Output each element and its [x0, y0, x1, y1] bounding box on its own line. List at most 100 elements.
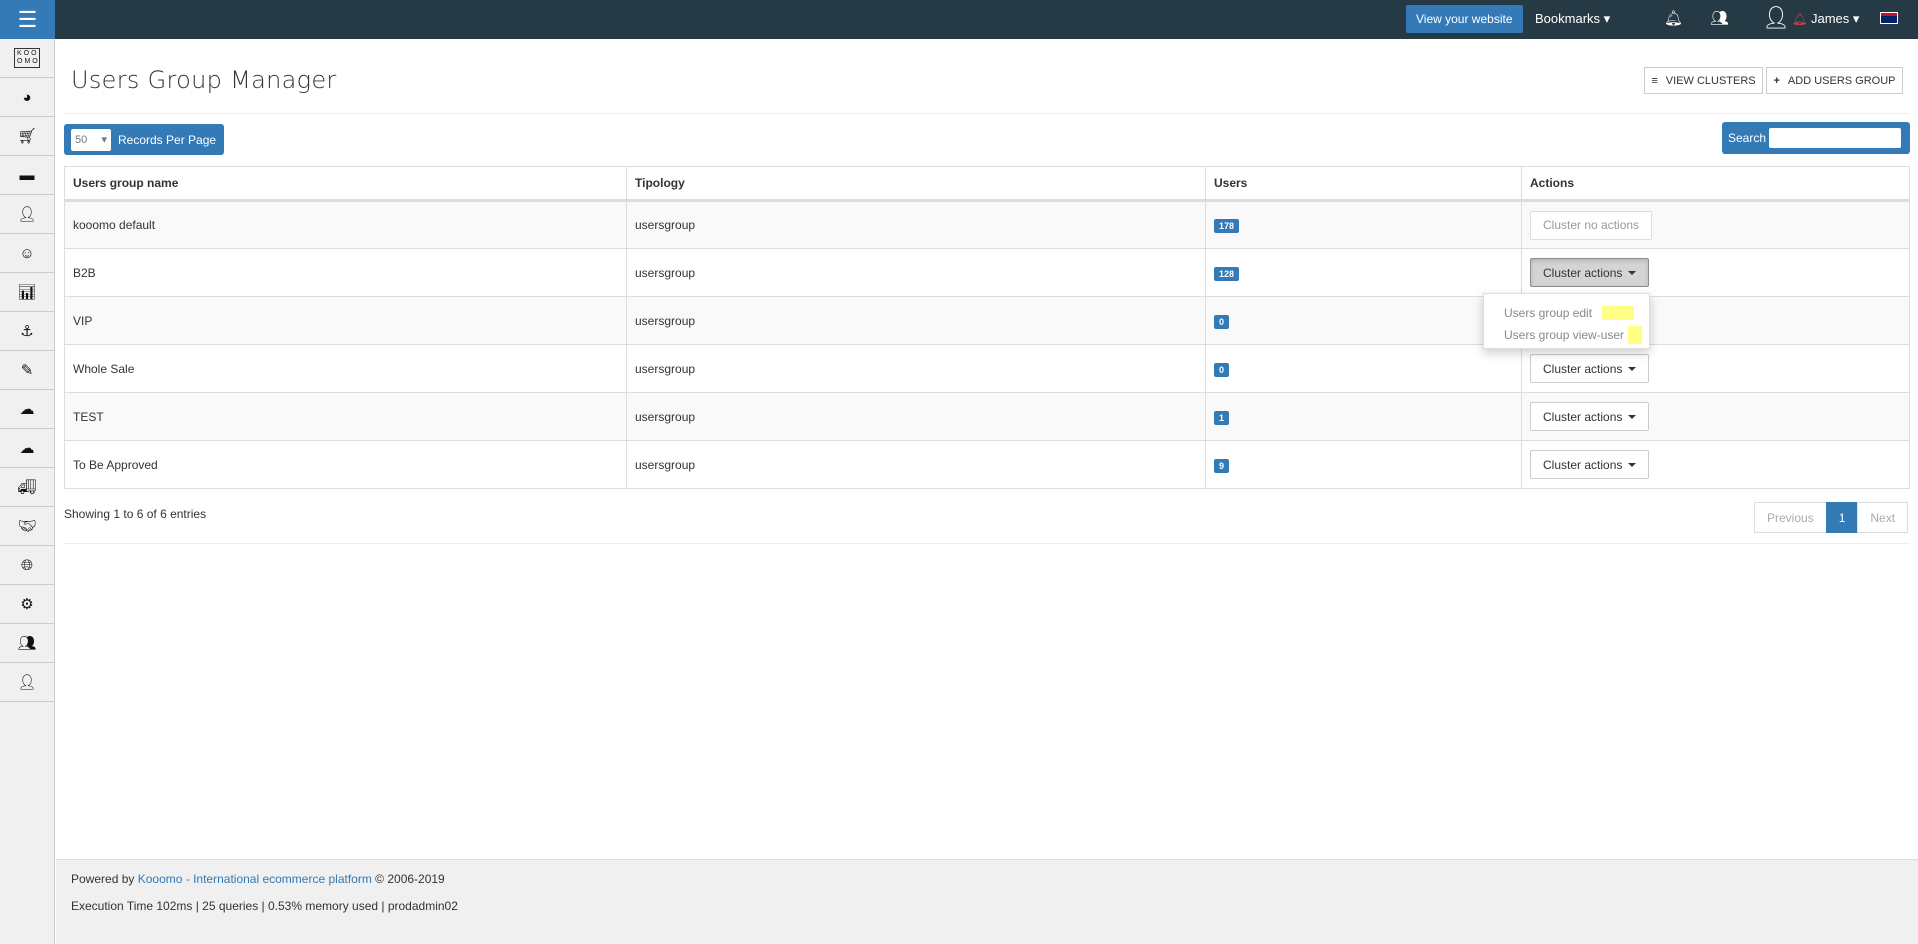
group-name: Whole Sale [64, 344, 627, 393]
records-per-page-select[interactable]: 50 ▾ [71, 128, 111, 151]
records-per-page: 50 ▾ Records Per Page [64, 124, 224, 155]
caret-down-icon [1628, 414, 1637, 419]
smile-icon[interactable]: ☺ [0, 234, 54, 273]
gear-icon[interactable]: ⚙ [0, 585, 54, 624]
users-count: 9 [1205, 440, 1522, 489]
footer: Powered by Kooomo - International ecomme… [56, 859, 1918, 944]
handshake-icon[interactable]: 🤝︎ [0, 507, 54, 546]
cluster-actions-button[interactable]: Cluster no actions [1530, 210, 1653, 240]
uk-flag-icon[interactable] [1880, 12, 1898, 24]
previous-button[interactable]: Previous [1754, 502, 1827, 533]
group-name: B2B [64, 248, 627, 297]
user-name: James [1811, 11, 1850, 26]
table-row: B2B usersgroup 128 Cluster actions [64, 248, 1910, 297]
users-icon[interactable]: 👥︎ [0, 624, 54, 663]
column-header[interactable]: Tipology [626, 166, 1206, 202]
records-value: 50 [75, 133, 88, 146]
archive-icon[interactable]: ▬ [0, 156, 54, 195]
cluster-actions-button[interactable]: Cluster actions [1530, 450, 1650, 479]
entries-info: Showing 1 to 6 of 6 entries [64, 507, 207, 521]
plus-icon: + [1773, 74, 1780, 87]
cart-icon[interactable]: 🛒︎ [0, 117, 54, 156]
group-name: To Be Approved [64, 440, 627, 489]
users-count: 128 [1205, 248, 1522, 297]
next-button[interactable]: Next [1857, 502, 1909, 533]
top-navbar [0, 0, 1918, 39]
actions-cell: Cluster actions [1521, 392, 1910, 441]
avatar[interactable]: 👤︎ [1762, 5, 1790, 31]
actions-cell: Cluster no actions [1521, 200, 1910, 249]
caret-down-icon [1628, 366, 1637, 371]
users-badge: 178 [1214, 219, 1240, 233]
search-input[interactable] [1769, 128, 1902, 148]
users-count: 178 [1205, 200, 1522, 249]
search-box: Search [1722, 122, 1910, 154]
view-clusters-button[interactable]: ≡ VIEW CLUSTERS [1644, 67, 1763, 94]
users-badge: 0 [1214, 362, 1230, 377]
caret-down-icon [1628, 462, 1637, 467]
users-count: 1 [1205, 392, 1522, 441]
table-row: Whole Sale usersgroup 0 Cluster actions [64, 344, 1910, 393]
actions-cell: Cluster actions [1521, 344, 1910, 393]
bell-icon[interactable]: 🔔︎ [1664, 9, 1683, 27]
sidebar: KOO OMO ◕ 🛒︎ ▬ 👤︎ ☺ 📊︎ ⚓︎ ✎ ☁ ☁ 🚚︎ 🤝︎ 🌐︎ … [0, 39, 55, 944]
page-1-button[interactable]: 1 [1825, 502, 1859, 533]
cluster-actions-label: Cluster no actions [1543, 218, 1640, 232]
add-users-group-button[interactable]: + ADD USERS GROUP [1766, 67, 1903, 94]
table-row: kooomo default usersgroup 178 Cluster no… [64, 200, 1910, 249]
actions-cell: Cluster actions [1521, 248, 1910, 297]
tipology: usersgroup [626, 200, 1206, 249]
cluster-actions-button[interactable]: Cluster actions [1530, 402, 1650, 431]
edit-icon[interactable]: ✎ [0, 351, 54, 390]
sidebar-logo[interactable]: KOO OMO [0, 39, 54, 78]
dashboard-icon[interactable]: ◕ [0, 78, 54, 117]
user-icon[interactable]: 👤︎ [0, 195, 54, 234]
column-header: Actions [1521, 166, 1910, 202]
group-name: kooomo default [64, 200, 627, 249]
menu-item-users-group-view-user[interactable]: Users group view-user [1484, 324, 1649, 346]
list-icon: ≡ [1651, 74, 1658, 87]
users-icon[interactable]: 👥︎ [1710, 9, 1729, 27]
pagination: Previous 1 Next [1754, 502, 1909, 533]
cluster-actions-menu: Users group edit Users group view-user [1483, 293, 1650, 349]
page-title: Users Group Manager [71, 66, 337, 94]
execution-stats: Execution Time 102ms | 25 queries | 0.53… [71, 899, 458, 913]
powered-by-text: Powered by [71, 872, 135, 886]
cloud-upload-icon[interactable]: ☁ [0, 390, 54, 429]
cloud-download-icon[interactable]: ☁ [0, 429, 54, 468]
kooomo-link[interactable]: Kooomo - International ecommerce platfor… [138, 872, 372, 886]
copyright: © 2006-2019 [375, 872, 445, 886]
view-clusters-label: VIEW CLUSTERS [1665, 74, 1756, 87]
divider [64, 113, 1910, 114]
menu-item-label: Users group view-user [1504, 328, 1625, 342]
tipology: usersgroup [626, 440, 1206, 489]
records-label: Records Per Page [118, 132, 217, 147]
highlight-mark [1628, 326, 1643, 344]
tipology: usersgroup [626, 392, 1206, 441]
menu-item-users-group-edit[interactable]: Users group edit [1484, 302, 1649, 324]
user-icon[interactable]: 👤︎ [0, 663, 54, 702]
view-website-button[interactable]: View your website [1406, 5, 1523, 33]
menu-toggle-button[interactable]: ☰ [0, 0, 55, 39]
tipology: usersgroup [626, 248, 1206, 297]
divider [64, 543, 1910, 544]
cluster-actions-button[interactable]: Cluster actions [1530, 258, 1650, 287]
alert-bell-icon[interactable]: 🔔︎ [1792, 12, 1807, 26]
cluster-actions-label: Cluster actions [1543, 457, 1623, 472]
anchor-icon[interactable]: ⚓︎ [0, 312, 54, 351]
users-badge: 9 [1214, 458, 1230, 473]
bookmarks-dropdown[interactable]: Bookmarks ▾ [1535, 11, 1610, 27]
caret-down-icon [1628, 270, 1637, 275]
users-badge: 128 [1214, 266, 1240, 281]
chart-icon[interactable]: 📊︎ [0, 273, 54, 312]
actions-cell: Cluster actions [1521, 440, 1910, 489]
column-header[interactable]: Users [1205, 166, 1522, 202]
bookmarks-label: Bookmarks [1535, 11, 1601, 26]
user-menu[interactable]: James ▾ [1811, 11, 1859, 27]
table-row: To Be Approved usersgroup 9 Cluster acti… [64, 440, 1910, 489]
column-header[interactable]: Users group name [64, 166, 627, 202]
search-label: Search [1728, 131, 1767, 145]
globe-icon[interactable]: 🌐︎ [0, 546, 54, 585]
truck-icon[interactable]: 🚚︎ [0, 468, 54, 507]
cluster-actions-button[interactable]: Cluster actions [1530, 354, 1650, 383]
